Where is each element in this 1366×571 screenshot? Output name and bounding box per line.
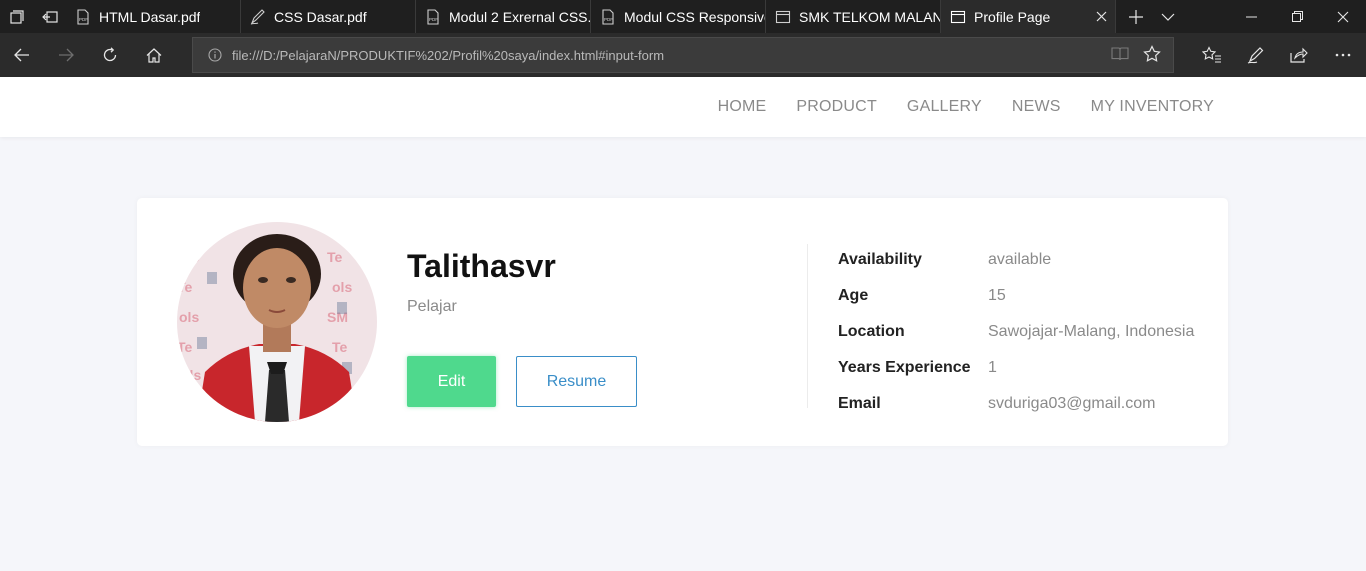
main-menu: HOME PRODUCT GALLERY NEWS MY INVENTORY — [688, 77, 1214, 137]
resume-button[interactable]: Resume — [516, 356, 637, 407]
detail-value: Sawojajar-Malang, Indonesia — [988, 323, 1195, 340]
tab-css-dasar[interactable]: CSS Dasar.pdf — [241, 0, 416, 33]
menu-home-link[interactable]: HOME — [718, 98, 767, 116]
pdf-icon: PDF — [424, 8, 442, 26]
profile-card: olsTe Teols olsSM TeTe olsols — [137, 198, 1228, 446]
tab-label: Profile Page — [974, 8, 1051, 25]
tab-preview-icon[interactable] — [0, 0, 33, 33]
svg-text:PDF: PDF — [604, 17, 613, 22]
svg-text:ols: ols — [179, 309, 199, 325]
svg-text:Te: Te — [177, 279, 193, 295]
tab-label: HTML Dasar.pdf — [99, 8, 201, 25]
tab-modul-css-responsive[interactable]: PDF Modul CSS Responsive. — [591, 0, 766, 33]
tab-label: CSS Dasar.pdf — [274, 8, 367, 25]
tab-label: Modul 2 Exrernal CSS.p — [449, 8, 590, 25]
minimize-icon[interactable] — [1228, 0, 1274, 33]
menu-my-inventory-link[interactable]: MY INVENTORY — [1091, 98, 1214, 116]
profile-name: Talithasvr — [407, 248, 556, 284]
close-window-icon[interactable] — [1320, 0, 1366, 33]
site-header: HOME PRODUCT GALLERY NEWS MY INVENTORY — [0, 77, 1366, 137]
tab-smk-telkom[interactable]: SMK TELKOM MALANG — [766, 0, 941, 33]
pen-icon — [249, 8, 267, 26]
browser-navigation-bar: file:///D:/PelajaraN/PRODUKTIF%202/Profi… — [0, 33, 1366, 77]
set-tabs-aside-icon[interactable] — [33, 0, 66, 33]
share-icon[interactable] — [1277, 33, 1321, 77]
svg-text:ols: ols — [179, 249, 199, 265]
profile-role: Pelajar — [407, 298, 457, 315]
browser-tab-strip: PDF HTML Dasar.pdf CSS Dasar.pdf PDF Mod… — [0, 0, 1366, 33]
vertical-divider — [807, 244, 808, 408]
forward-arrow-icon[interactable] — [44, 33, 88, 77]
close-tab-icon[interactable] — [1093, 8, 1109, 24]
detail-value: 1 — [988, 359, 997, 376]
pdf-icon: PDF — [599, 8, 617, 26]
detail-label: Location — [838, 323, 905, 340]
page-icon — [774, 8, 792, 26]
site-info-icon[interactable] — [200, 48, 230, 62]
detail-row-years-experience: Years Experience 1 — [838, 350, 1194, 386]
tab-profile-page[interactable]: Profile Page — [941, 0, 1116, 33]
tab-modul-external-css[interactable]: PDF Modul 2 Exrernal CSS.p — [416, 0, 591, 33]
detail-row-email: Email svduriga03@gmail.com — [838, 386, 1194, 422]
refresh-icon[interactable] — [88, 33, 132, 77]
svg-text:PDF: PDF — [79, 17, 88, 22]
detail-label: Email — [838, 395, 881, 412]
tab-label: Modul CSS Responsive. — [624, 8, 765, 25]
svg-text:ols: ols — [181, 367, 201, 383]
reading-view-icon[interactable] — [1111, 46, 1129, 67]
detail-row-availability: Availability available — [838, 242, 1194, 278]
menu-gallery-link[interactable]: GALLERY — [907, 98, 982, 116]
new-tab-icon[interactable] — [1120, 0, 1152, 33]
edit-button[interactable]: Edit — [407, 356, 496, 407]
favorite-star-icon[interactable] — [1143, 45, 1161, 68]
detail-row-location: Location Sawojajar-Malang, Indonesia — [838, 314, 1194, 350]
detail-value: svduriga03@gmail.com — [988, 395, 1156, 412]
pdf-icon: PDF — [74, 8, 92, 26]
page-icon — [949, 8, 967, 26]
svg-text:Te: Te — [177, 339, 193, 355]
detail-label: Age — [838, 287, 869, 304]
chevron-down-icon[interactable] — [1152, 0, 1184, 33]
detail-label: Availability — [838, 251, 922, 268]
web-note-pen-icon[interactable] — [1234, 33, 1278, 77]
back-arrow-icon[interactable] — [0, 33, 44, 77]
profile-photo: olsTe Teols olsSM TeTe olsols — [177, 222, 377, 422]
window-controls — [1228, 0, 1366, 33]
tab-html-dasar[interactable]: PDF HTML Dasar.pdf — [66, 0, 241, 33]
tab-strip-left-controls — [0, 0, 66, 33]
url-text: file:///D:/PelajaraN/PRODUKTIF%202/Profi… — [232, 47, 665, 63]
favorites-hub-icon[interactable] — [1190, 33, 1234, 77]
more-options-icon[interactable] — [1321, 33, 1365, 77]
detail-value: 15 — [988, 287, 1006, 304]
detail-value: available — [988, 251, 1052, 268]
svg-text:Te: Te — [332, 339, 348, 355]
svg-text:ols: ols — [332, 279, 352, 295]
svg-text:Te: Te — [327, 249, 343, 265]
menu-news-link[interactable]: NEWS — [1012, 98, 1061, 116]
home-icon[interactable] — [132, 33, 176, 77]
svg-text:PDF: PDF — [429, 17, 438, 22]
profile-details: Availability available Age 15 Location S… — [838, 242, 1194, 422]
menu-product-link[interactable]: PRODUCT — [796, 98, 877, 116]
restore-icon[interactable] — [1274, 0, 1320, 33]
address-bar[interactable]: file:///D:/PelajaraN/PRODUKTIF%202/Profi… — [192, 37, 1174, 73]
detail-label: Years Experience — [838, 359, 971, 376]
detail-row-age: Age 15 — [838, 278, 1194, 314]
tab-label: SMK TELKOM MALANG — [799, 8, 940, 25]
